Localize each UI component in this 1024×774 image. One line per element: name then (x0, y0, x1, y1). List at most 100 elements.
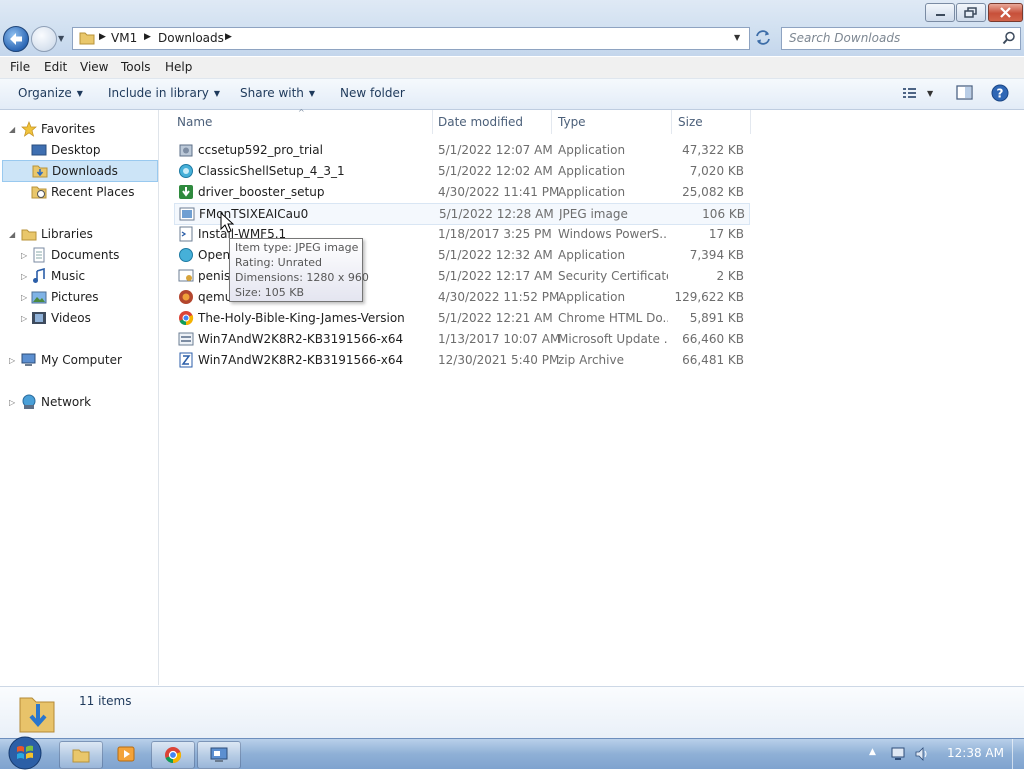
breadcrumb-vm1[interactable]: VM1 (111, 31, 137, 45)
breadcrumb-downloads[interactable]: Downloads (158, 31, 224, 45)
expand-arrow-icon[interactable]: ▷ (9, 356, 15, 365)
share-with-button[interactable]: Share with ▼ (240, 86, 315, 100)
crumb-separator-icon[interactable]: ▶ (99, 32, 106, 42)
menu-help[interactable]: Help (165, 60, 192, 74)
crumb-separator-icon[interactable]: ▶ (144, 32, 151, 42)
network-tray-icon[interactable] (890, 746, 906, 762)
expand-arrow-icon[interactable]: ▷ (9, 398, 15, 407)
expand-arrow-icon[interactable]: ▷ (21, 251, 27, 260)
recent-pages-dropdown[interactable]: ▼ (58, 34, 64, 43)
title-bar: ▼ ▶ VM1 ▶ Downloads ▶ ▼ Search Downloads (0, 0, 1024, 56)
videos-icon (32, 312, 46, 324)
nav-desktop[interactable]: Desktop (0, 140, 158, 160)
file-row[interactable]: ccsetup592_pro_trial 5/1/2022 12:07 AM App… (174, 140, 748, 160)
menu-bar: File Edit View Tools Help (0, 57, 1024, 79)
mouse-cursor-icon (220, 212, 234, 233)
file-size: 7,394 KB (689, 248, 744, 262)
minimize-button[interactable] (925, 3, 955, 22)
volume-icon[interactable] (914, 746, 930, 762)
file-date-modified: 5/1/2022 12:17 AM (438, 269, 553, 283)
file-row[interactable]: FMonTSIXEAICau0 5/1/2022 12:28 AM JPEG ima… (174, 203, 750, 225)
nav-documents[interactable]: ▷ Documents (0, 245, 158, 265)
nav-my-computer[interactable]: ▷ My Computer (0, 350, 158, 370)
file-name: ccsetup592_pro_trial (198, 143, 323, 157)
menu-view[interactable]: View (80, 60, 108, 74)
file-row[interactable]: Win7AndW2K8R2-KB3191566-x64 1/13/2017 10:… (174, 329, 748, 349)
menu-file[interactable]: File (10, 60, 30, 74)
column-header-size[interactable]: Size (678, 115, 703, 129)
column-header-type[interactable]: Type (558, 115, 586, 129)
close-button[interactable] (988, 3, 1023, 22)
taskbar-remote-desktop-button[interactable] (197, 741, 241, 769)
file-type: Windows PowerS... (558, 227, 668, 241)
downloads-folder-icon (32, 165, 48, 178)
file-row[interactable]: The-Holy-Bible-King-James-Version 5/1/202… (174, 308, 748, 328)
organize-label: Organize (18, 86, 72, 100)
taskbar-chrome-button[interactable] (151, 741, 195, 769)
nav-libraries[interactable]: ◢ Libraries (0, 224, 158, 244)
nav-network[interactable]: ▷ Network (0, 392, 158, 412)
expand-arrow-icon[interactable]: ▷ (21, 272, 27, 281)
file-row[interactable]: driver_booster_setup 4/30/2022 11:41 PM Ap… (174, 182, 748, 202)
file-date-modified: 1/13/2017 10:07 AM (438, 332, 561, 346)
file-row[interactable]: Win7AndW2K8R2-KB3191566-x64 12/30/2021 5:… (174, 350, 748, 370)
search-box[interactable]: Search Downloads (781, 27, 1021, 50)
nav-downloads[interactable]: Downloads (2, 160, 158, 182)
column-divider[interactable] (551, 110, 552, 134)
collapse-arrow-icon[interactable]: ◢ (9, 230, 15, 239)
column-header-date-modified[interactable]: Date modified (438, 115, 523, 129)
shell-icon (179, 164, 193, 178)
expand-arrow-icon[interactable]: ▷ (21, 314, 27, 323)
file-type: Security Certificate (558, 269, 668, 283)
nav-videos[interactable]: ▷ Videos (0, 308, 158, 328)
search-input-placeholder[interactable]: Search Downloads (789, 31, 900, 45)
app-icon (179, 248, 193, 262)
new-folder-button[interactable]: New folder (340, 86, 405, 100)
help-button[interactable]: ? (991, 84, 1009, 105)
column-divider[interactable] (671, 110, 672, 134)
collapse-arrow-icon[interactable]: ◢ (9, 125, 15, 134)
taskbar-explorer-button[interactable] (59, 741, 103, 769)
menu-edit[interactable]: Edit (44, 60, 67, 74)
nav-favorites[interactable]: ◢ Favorites (0, 119, 158, 139)
file-tooltip: Item type: JPEG image Rating: Unrated Di… (229, 238, 369, 302)
start-button[interactable] (6, 735, 44, 771)
qemu-icon (179, 290, 193, 304)
address-bar[interactable]: ▶ VM1 ▶ Downloads ▶ ▼ (72, 27, 750, 50)
file-size: 47,322 KB (682, 143, 744, 157)
address-dropdown-icon[interactable]: ▼ (734, 33, 740, 42)
clock[interactable]: 12:38 AM (947, 746, 1004, 760)
svg-text:?: ? (997, 87, 1004, 101)
nav-libraries-label: Libraries (41, 227, 93, 241)
show-hidden-icons-button[interactable]: ▲ (869, 747, 876, 757)
file-name: driver_booster_setup (198, 185, 325, 199)
column-divider[interactable] (750, 110, 751, 134)
file-date-modified: 4/30/2022 11:52 PM (438, 290, 560, 304)
file-type: Application (558, 143, 626, 157)
file-type: Application (558, 290, 626, 304)
refresh-button[interactable] (752, 27, 774, 48)
forward-button[interactable] (31, 26, 57, 52)
show-desktop-button[interactable] (1012, 739, 1024, 769)
taskbar-media-player-button[interactable] (105, 741, 147, 767)
restore-button[interactable] (956, 3, 986, 22)
crumb-separator-icon[interactable]: ▶ (225, 32, 232, 42)
file-date-modified: 5/1/2022 12:28 AM (439, 207, 554, 221)
file-row[interactable]: ClassicShellSetup_4_3_1 5/1/2022 12:02 AM… (174, 161, 748, 181)
nav-recent-places[interactable]: Recent Places (0, 182, 158, 202)
preview-pane-button[interactable] (956, 85, 974, 104)
change-view-button[interactable] (902, 86, 918, 103)
column-header-name[interactable]: Name (177, 115, 212, 129)
chrome-icon (165, 747, 182, 764)
search-icon[interactable] (1002, 31, 1016, 45)
back-button[interactable] (3, 26, 29, 52)
view-options-dropdown-icon[interactable]: ▼ (927, 89, 933, 98)
include-in-library-button[interactable]: Include in library ▼ (108, 86, 220, 100)
nav-pictures[interactable]: ▷ Pictures (0, 287, 158, 307)
nav-music[interactable]: ▷ Music (0, 266, 158, 286)
organize-button[interactable]: Organize ▼ (18, 86, 83, 100)
column-divider[interactable] (432, 110, 433, 134)
expand-arrow-icon[interactable]: ▷ (21, 293, 27, 302)
chrome-icon (179, 311, 194, 326)
menu-tools[interactable]: Tools (121, 60, 151, 74)
